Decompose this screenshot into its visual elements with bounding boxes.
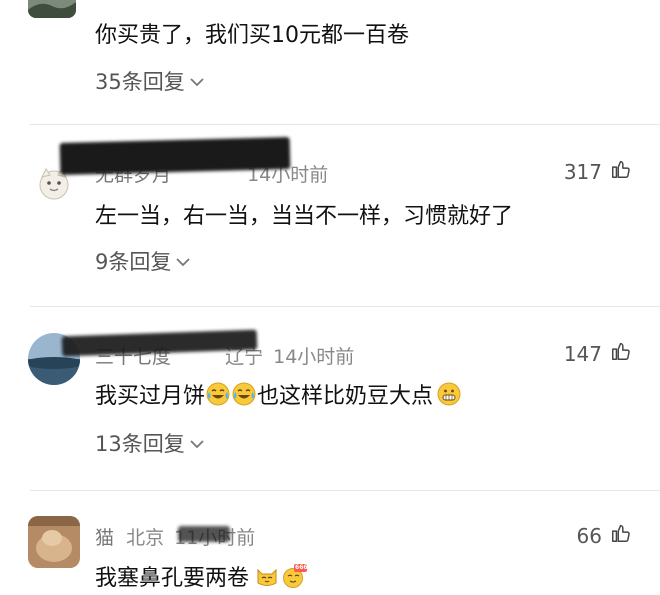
replies-toggle[interactable]: 9条回复 xyxy=(95,246,191,276)
like-button[interactable]: 66 xyxy=(577,522,632,549)
comment-meta: 猫 北京 11小时前 xyxy=(95,523,255,550)
redaction-mark xyxy=(59,136,291,176)
ip-region: 北京 xyxy=(126,527,165,549)
chevron-down-icon xyxy=(175,249,191,273)
like-count: 317 xyxy=(563,159,602,184)
like-button[interactable]: 317 xyxy=(564,158,632,185)
replies-toggle[interactable]: 13条回复 xyxy=(95,428,205,458)
comment-text: 左一当，右一当，当当不一样，习惯就好了 xyxy=(95,204,514,229)
comment-text: 我塞鼻孔要两卷 666 xyxy=(95,560,308,592)
replies-toggle[interactable]: 35条回复 xyxy=(95,66,205,96)
avatar[interactable] xyxy=(28,0,76,18)
comment-text: 我买过月饼 也这样比奶豆大点 xyxy=(95,378,462,410)
tears-of-joy-emoji xyxy=(232,382,256,406)
comment-text-part: 我塞鼻孔要两卷 xyxy=(95,566,250,591)
timestamp: 14小时前 xyxy=(273,346,355,368)
replies-count: 9条回复 xyxy=(95,250,172,274)
divider xyxy=(30,124,660,125)
like-button[interactable]: 147 xyxy=(564,340,632,367)
cat-emoji xyxy=(255,564,279,588)
comment-text-part: 也这样比奶豆大点 xyxy=(257,384,434,409)
comment-text-part: 我买过月饼 xyxy=(95,384,206,409)
thumbs-up-icon xyxy=(610,340,632,367)
divider xyxy=(30,490,660,491)
comment-text: 你买贵了，我们买10元都一百卷 xyxy=(95,23,409,48)
chevron-down-icon xyxy=(189,69,205,93)
like-count: 147 xyxy=(563,341,602,366)
replies-count: 13条回复 xyxy=(95,432,185,456)
thumbs-up-icon xyxy=(610,158,632,185)
thumbs-up-icon xyxy=(610,522,632,549)
tears-of-joy-emoji xyxy=(206,382,230,406)
like-count: 66 xyxy=(576,523,602,548)
redaction-mark xyxy=(178,526,230,542)
chevron-down-icon xyxy=(189,431,205,455)
666-label: 666 xyxy=(295,564,308,571)
grinning-emoji xyxy=(437,382,461,406)
username[interactable]: 猫 xyxy=(95,527,114,549)
666-emoji: 666 xyxy=(281,564,308,588)
divider xyxy=(30,306,660,307)
replies-count: 35条回复 xyxy=(95,70,185,94)
avatar[interactable] xyxy=(28,516,80,568)
